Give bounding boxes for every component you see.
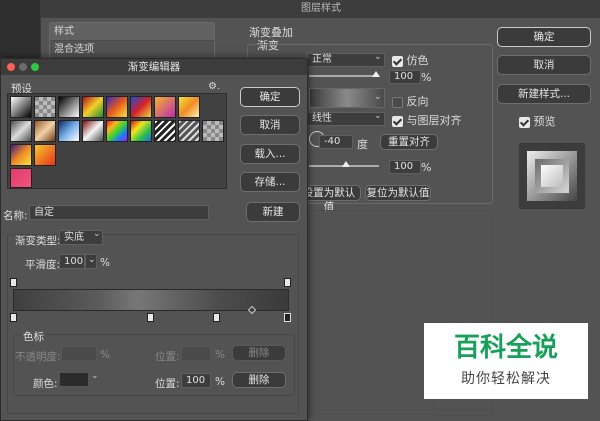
preset-swatch[interactable]	[106, 96, 128, 118]
new-style-button[interactable]: 新建样式...	[497, 84, 591, 104]
preset-swatch[interactable]	[34, 120, 56, 142]
color-stop[interactable]	[213, 313, 220, 322]
preset-swatch[interactable]	[202, 120, 224, 142]
color-stop-selected[interactable]	[284, 313, 291, 322]
opacity-stop-left[interactable]	[10, 278, 17, 287]
smoothness-label: 平滑度:	[25, 259, 61, 271]
stop-opacity-unit: %	[100, 349, 110, 361]
preset-swatch[interactable]	[58, 96, 80, 118]
preset-swatch[interactable]	[82, 120, 104, 142]
opacity-position-input	[181, 346, 211, 361]
scale-percent: %	[421, 161, 432, 174]
preset-swatch[interactable]	[10, 168, 32, 188]
preset-swatch[interactable]	[154, 96, 176, 118]
opacity-stop-right[interactable]	[284, 278, 291, 287]
layer-style-title: 图层样式	[41, 0, 600, 18]
gradient-editor-title: 渐变编辑器	[1, 59, 307, 75]
opacity-slider[interactable]	[309, 75, 379, 77]
style-preview-thumbnail	[519, 143, 585, 209]
gradient-bar[interactable]	[13, 289, 289, 311]
reset-align-button[interactable]: 重置对齐	[380, 134, 438, 150]
reverse-label: 反向	[406, 95, 429, 108]
opacity-position-unit: %	[215, 349, 225, 361]
load-button[interactable]: 载入...	[240, 144, 300, 164]
color-stop[interactable]	[147, 313, 154, 322]
watermark-main-text: 百科全说	[453, 333, 558, 363]
preset-swatch[interactable]	[34, 144, 56, 166]
angle-unit: 度	[357, 138, 368, 151]
minimize-icon[interactable]	[19, 63, 27, 71]
reset-default-button[interactable]: 复位为默认值	[365, 185, 431, 201]
preset-swatch[interactable]	[178, 96, 200, 118]
presets-grid	[7, 93, 227, 189]
gradient-type-label: 渐变类型:	[15, 235, 61, 247]
preset-swatch[interactable]	[10, 144, 32, 166]
stop-color-label: 颜色:	[33, 378, 58, 390]
color-position-unit: %	[215, 376, 225, 388]
smoothness-dropdown[interactable]: ⌄	[85, 254, 97, 269]
reverse-checkbox[interactable]: 反向	[392, 93, 429, 109]
stop-opacity-label: 不透明度:	[15, 351, 61, 363]
chevron-down-icon[interactable]: ⌄	[91, 371, 99, 381]
layer-style-ok-button[interactable]: 确定	[497, 27, 591, 47]
dither-checkbox[interactable]: 仿色	[392, 52, 429, 68]
preset-swatch[interactable]	[106, 120, 128, 142]
preset-swatch[interactable]	[130, 120, 152, 142]
name-input[interactable]: 自定	[29, 205, 209, 220]
watermark-logo: 百科全说 助你轻松解决	[424, 323, 588, 399]
delete-color-stop-button[interactable]: 删除	[232, 372, 286, 388]
smoothness-unit: %	[100, 257, 110, 269]
preset-swatch[interactable]	[34, 96, 56, 118]
maximize-icon[interactable]	[31, 63, 39, 71]
preset-swatch[interactable]	[58, 120, 80, 142]
align-layer-label: 与图层对齐	[406, 114, 462, 127]
gradient-editor-dialog: 渐变编辑器 预设 ⚙. 确定 取消 载入... 存储... 名称: 自定 新建 …	[0, 58, 308, 421]
save-button[interactable]: 存储...	[240, 172, 300, 192]
layer-style-cancel-button[interactable]: 取消	[497, 55, 591, 75]
name-label: 名称:	[3, 210, 28, 222]
editor-ok-button[interactable]: 确定	[240, 87, 300, 107]
dither-label: 仿色	[406, 54, 429, 67]
preview-label: 预览	[533, 115, 556, 128]
opacity-percent: %	[421, 71, 432, 84]
preset-swatch[interactable]	[178, 120, 200, 142]
sidebar-item-styles[interactable]: 样式	[50, 23, 214, 41]
color-position-label: 位置:	[155, 378, 180, 390]
color-position-input[interactable]: 100	[181, 373, 211, 388]
watermark-sub-text: 助你轻松解决	[461, 371, 551, 387]
smoothness-input[interactable]: 100	[59, 254, 85, 269]
delete-opacity-stop-button: 删除	[232, 345, 286, 361]
scale-input[interactable]: 100	[389, 160, 421, 174]
stop-color-swatch[interactable]	[59, 372, 89, 387]
close-icon[interactable]	[7, 63, 15, 71]
preset-swatch[interactable]	[10, 96, 32, 118]
preset-swatch[interactable]	[154, 120, 176, 142]
color-stop[interactable]	[10, 313, 17, 322]
editor-cancel-button[interactable]: 取消	[240, 115, 300, 135]
align-layer-checkbox[interactable]: 与图层对齐	[392, 112, 462, 128]
opacity-slider-handle[interactable]	[372, 71, 380, 77]
opacity-position-label: 位置:	[155, 351, 180, 363]
chevron-down-icon: ⌄	[374, 92, 382, 102]
opacity-input[interactable]: 100	[389, 70, 421, 84]
angle-input[interactable]: -40	[319, 135, 353, 149]
preset-swatch[interactable]	[130, 96, 152, 118]
chevron-down-icon: ⌄	[374, 52, 382, 62]
scale-slider-handle[interactable]	[342, 161, 350, 167]
sidebar-item-blending[interactable]: 混合选项	[50, 41, 214, 59]
chevron-down-icon: ⌄	[93, 229, 101, 239]
stop-opacity-input	[61, 346, 97, 361]
chevron-down-icon: ⌄	[374, 111, 382, 121]
stops-label: 色标	[21, 329, 46, 344]
preset-swatch[interactable]	[82, 96, 104, 118]
new-gradient-button[interactable]: 新建	[246, 202, 300, 222]
preview-checkbox[interactable]: 预览	[519, 113, 556, 129]
gear-icon[interactable]: ⚙.	[208, 81, 220, 92]
preset-swatch[interactable]	[10, 120, 32, 142]
